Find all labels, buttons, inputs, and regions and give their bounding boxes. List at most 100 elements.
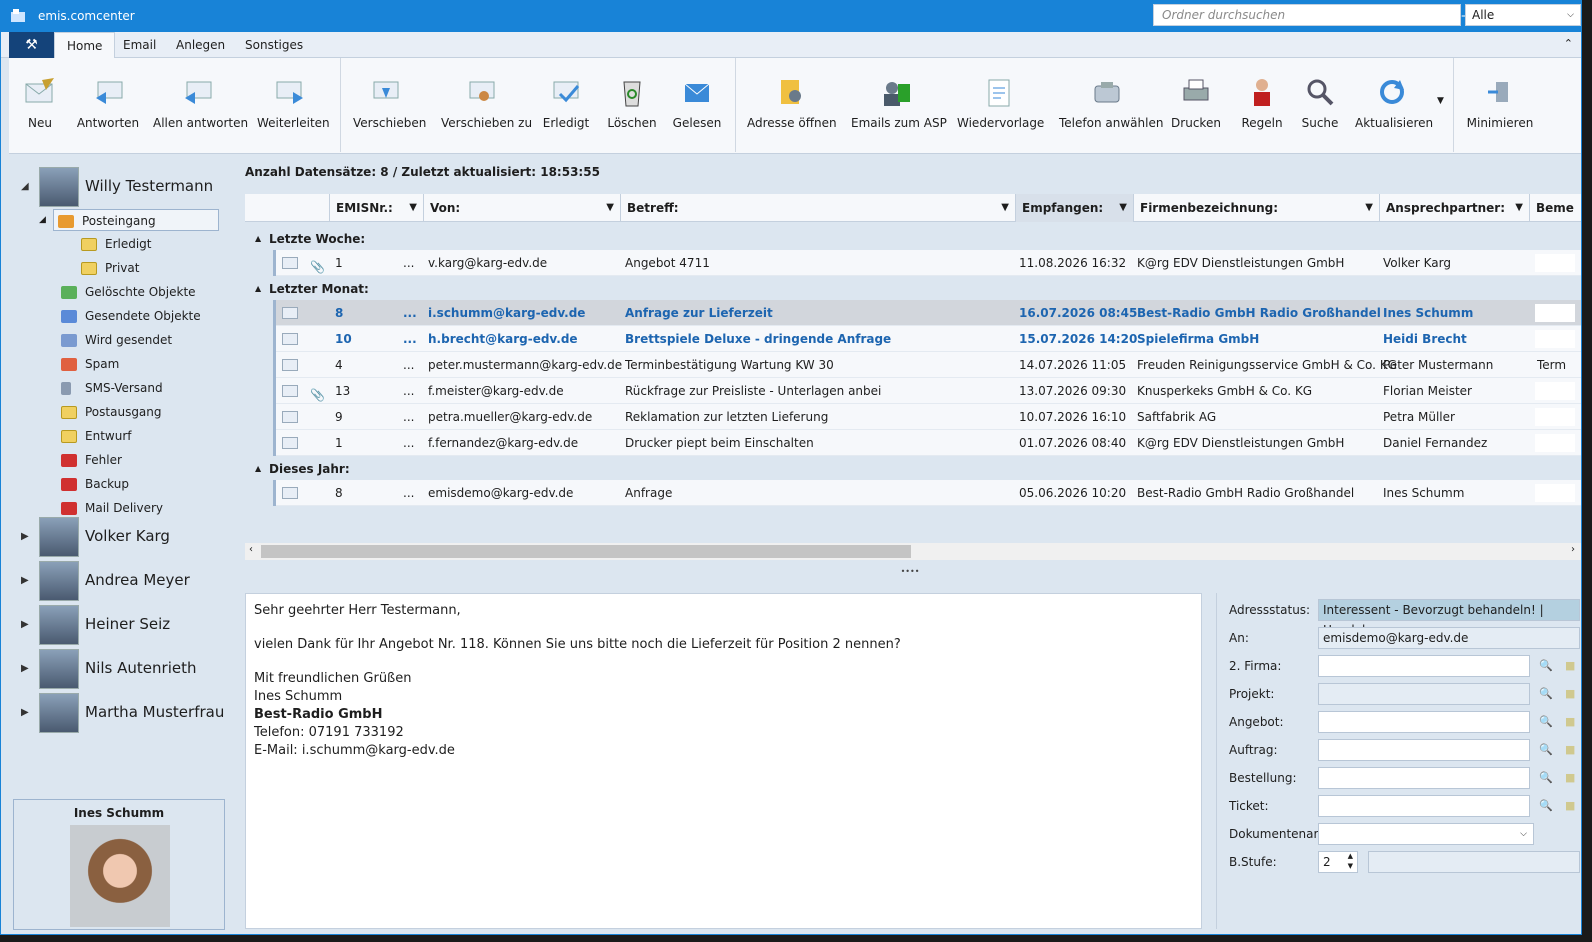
filter-icon[interactable]: ▼: [1365, 194, 1373, 222]
delete-button[interactable]: Löschen: [607, 70, 657, 144]
filter-icon[interactable]: ▼: [1515, 194, 1523, 222]
reply-all-button[interactable]: Allen antworten: [153, 70, 248, 144]
auftrag-input[interactable]: [1318, 739, 1530, 761]
collapsed-arrow-icon[interactable]: ▶: [21, 707, 29, 718]
file-menu-tools-icon[interactable]: ⚒: [9, 32, 54, 58]
collapse-group-icon[interactable]: ▲: [255, 278, 261, 300]
search-icon[interactable]: 🔍: [1539, 687, 1553, 700]
search-icon[interactable]: 🔍: [1539, 743, 1553, 756]
expand-arrow-icon[interactable]: ◢: [21, 181, 29, 192]
forward-button[interactable]: Weiterleiten: [257, 70, 330, 144]
move-button[interactable]: Verschieben: [353, 70, 426, 144]
filter-icon[interactable]: ▼: [409, 194, 417, 222]
expand-inbox-arrow-icon[interactable]: ◢: [39, 209, 46, 231]
col-firmenbezeichnung[interactable]: Firmenbezeichnung: ▼: [1133, 194, 1379, 222]
folder-icon[interactable]: ■: [1565, 687, 1575, 700]
collapse-ribbon-icon[interactable]: ⌃: [1564, 37, 1573, 50]
rules-button[interactable]: Regeln: [1239, 70, 1285, 144]
folder-sms-versand[interactable]: SMS-Versand: [61, 377, 163, 399]
folder-icon[interactable]: ■: [1565, 715, 1575, 728]
col-empfangen[interactable]: Empfangen: ▼: [1015, 194, 1133, 222]
done-button[interactable]: Erledigt: [539, 70, 593, 144]
tab-home[interactable]: Home: [54, 32, 116, 59]
table-row[interactable]: 10... h.brecht@karg-edv.de Brettspiele Del…: [273, 326, 1581, 352]
user-node-nils-autenrieth[interactable]: ▶ Nils Autenrieth: [9, 649, 231, 691]
filter-icon[interactable]: ▼: [1119, 194, 1127, 222]
dial-phone-button[interactable]: Telefon anwählen: [1059, 70, 1163, 144]
folder-icon[interactable]: ■: [1565, 771, 1575, 784]
table-row[interactable]: 📎 1... v.karg@karg-edv.de Angebot 4711 11.0…: [273, 250, 1581, 276]
search-icon[interactable]: 🔍: [1539, 659, 1553, 672]
an-field[interactable]: emisdemo@karg-edv.de: [1318, 627, 1580, 649]
collapsed-arrow-icon[interactable]: ▶: [21, 575, 29, 586]
horizontal-scrollbar[interactable]: ‹ ›: [245, 543, 1581, 560]
print-button[interactable]: Drucken: [1169, 70, 1223, 144]
user-node-heiner-seiz[interactable]: ▶ Heiner Seiz: [9, 605, 231, 647]
search-icon[interactable]: 🔍: [1539, 799, 1553, 812]
filter-icon[interactable]: ▼: [1001, 194, 1009, 222]
folder-icon[interactable]: ■: [1565, 659, 1575, 672]
folder-geloeschte-objekte[interactable]: Gelöschte Objekte: [61, 281, 196, 303]
collapsed-arrow-icon[interactable]: ▶: [21, 663, 29, 674]
angebot-input[interactable]: [1318, 711, 1530, 733]
user-node-main[interactable]: ◢ Willy Testermann: [9, 167, 231, 209]
emails-to-contact-button[interactable]: Emails zum ASP: [851, 70, 947, 144]
folder-wird-gesendet[interactable]: Wird gesendet: [61, 329, 172, 351]
filter-icon[interactable]: ▼: [606, 194, 614, 222]
folder-entwurf[interactable]: Entwurf: [61, 425, 131, 447]
collapsed-arrow-icon[interactable]: ▶: [21, 531, 29, 542]
tab-email[interactable]: Email: [111, 32, 168, 58]
folder-icon[interactable]: ■: [1565, 799, 1575, 812]
col-emisnr[interactable]: EMISNr.: ▼: [329, 194, 423, 222]
col-bemerkung[interactable]: Beme: [1529, 194, 1581, 222]
collapse-group-icon[interactable]: ▲: [255, 458, 261, 480]
ribbon-more-chevron-icon[interactable]: ▼: [1437, 96, 1444, 106]
vertical-splitter[interactable]: [229, 159, 235, 931]
stepper-arrows-icon[interactable]: ▲ ▼: [1348, 851, 1353, 871]
projekt-input[interactable]: [1318, 683, 1530, 705]
col-ansprechpartner[interactable]: Ansprechpartner: ▼: [1379, 194, 1529, 222]
user-node-martha-musterfrau[interactable]: ▶ Martha Musterfrau: [9, 693, 231, 735]
scroll-left-icon[interactable]: ‹: [249, 544, 253, 555]
col-betreff[interactable]: Betreff: ▼: [620, 194, 1015, 222]
table-row[interactable]: 8... emisdemo@karg-edv.de Anfrage 05.06.202…: [273, 480, 1581, 506]
group-header[interactable]: ▲ Letzter Monat:: [245, 278, 1581, 300]
collapse-group-icon[interactable]: ▲: [255, 228, 261, 250]
folder-gesendete-objekte[interactable]: Gesendete Objekte: [61, 305, 201, 327]
group-header[interactable]: ▲ Letzte Woche:: [245, 228, 1581, 250]
folder-search-input[interactable]: Ordner durchsuchen: [1153, 4, 1461, 26]
user-node-andrea-meyer[interactable]: ▶ Andrea Meyer: [9, 561, 231, 603]
search-icon[interactable]: 🔍: [1539, 771, 1553, 784]
folder-posteingang[interactable]: Posteingang: [53, 209, 219, 231]
folder-postausgang[interactable]: Postausgang: [61, 401, 162, 423]
scrollbar-thumb[interactable]: [261, 545, 911, 558]
dokumentenart-select[interactable]: ⌵: [1318, 823, 1534, 845]
new-button[interactable]: Neu: [17, 70, 63, 144]
folder-mail-delivery[interactable]: Mail Delivery: [61, 497, 163, 519]
bstufe-stepper[interactable]: 2 ▲ ▼: [1318, 851, 1358, 873]
ticket-input[interactable]: [1318, 795, 1530, 817]
table-row[interactable]: 📎 13... f.meister@karg-edv.de Rückfrage zu…: [273, 378, 1581, 404]
follow-up-button[interactable]: Wiedervorlage: [957, 70, 1044, 144]
filter-select[interactable]: Alle ⌵: [1465, 4, 1581, 26]
minimize-ribbon-button[interactable]: Minimieren: [1465, 70, 1535, 144]
refresh-button[interactable]: Aktualisieren: [1355, 70, 1433, 144]
search-button[interactable]: Suche: [1297, 70, 1343, 144]
scroll-right-icon[interactable]: ›: [1571, 544, 1575, 555]
read-button[interactable]: Gelesen: [671, 70, 723, 144]
folder-backup[interactable]: Backup: [61, 473, 129, 495]
search-icon[interactable]: 🔍: [1539, 715, 1553, 728]
folder-icon[interactable]: ■: [1565, 743, 1575, 756]
group-header[interactable]: ▲ Dieses Jahr:: [245, 458, 1581, 480]
folder-privat[interactable]: Privat: [81, 257, 139, 279]
table-row[interactable]: 1... f.fernandez@karg-edv.de Drucker piept…: [273, 430, 1581, 456]
horizontal-splitter[interactable]: ••••: [239, 568, 1581, 576]
table-row[interactable]: 8... i.schumm@karg-edv.de Anfrage zur Lief…: [273, 300, 1581, 326]
folder-fehler[interactable]: Fehler: [61, 449, 122, 471]
collapsed-arrow-icon[interactable]: ▶: [21, 619, 29, 630]
table-row[interactable]: 4... peter.mustermann@karg-edv.de Terminbe…: [273, 352, 1581, 378]
tab-anlegen[interactable]: Anlegen: [164, 32, 237, 58]
tab-sonstiges[interactable]: Sonstiges: [233, 32, 315, 58]
table-row[interactable]: 9... petra.mueller@karg-edv.de Reklamation…: [273, 404, 1581, 430]
folder-erledigt[interactable]: Erledigt: [81, 233, 152, 255]
